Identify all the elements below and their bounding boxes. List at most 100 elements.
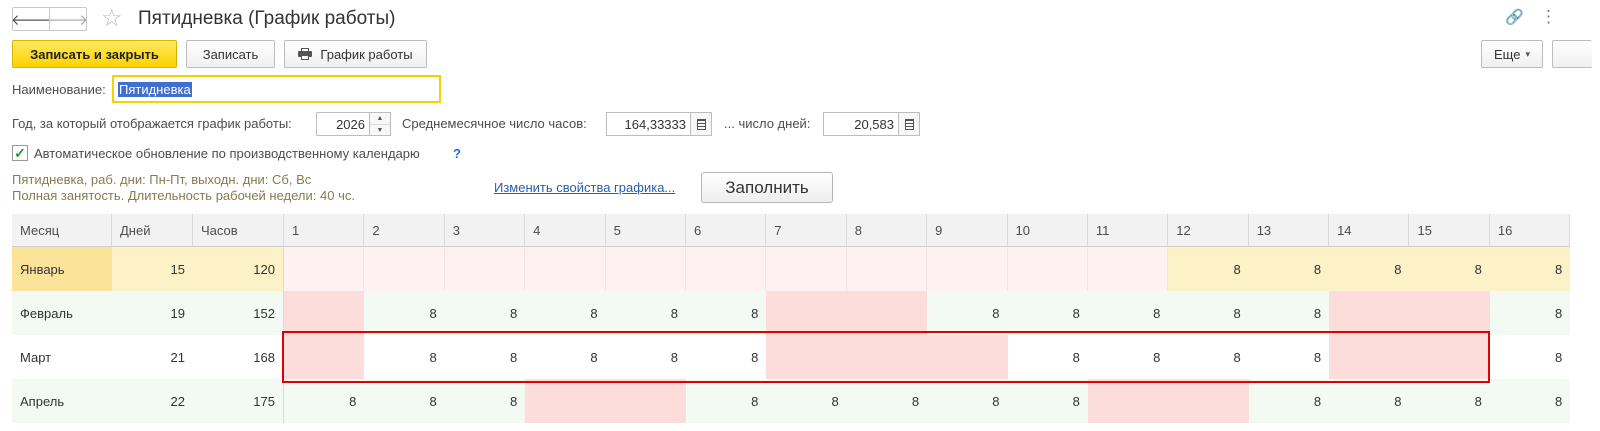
column-header[interactable]: 11 <box>1087 214 1169 247</box>
spinner-up-icon[interactable]: ▲ <box>370 113 390 125</box>
day-cell[interactable] <box>685 247 767 291</box>
hours-cell[interactable]: 175 <box>193 379 284 423</box>
back-button[interactable]: 🡐 <box>11 7 51 31</box>
day-cell[interactable]: 8 <box>1409 379 1490 423</box>
days-cell[interactable]: 15 <box>112 247 193 291</box>
day-cell[interactable]: 8 <box>1489 335 1571 379</box>
day-cell[interactable]: 8 <box>1329 379 1410 423</box>
day-cell[interactable] <box>284 291 365 335</box>
fill-button[interactable]: Заполнить <box>701 172 833 203</box>
save-and-close-button[interactable]: Записать и закрыть <box>12 40 177 68</box>
column-header[interactable]: Часов <box>193 214 284 247</box>
day-cell[interactable] <box>1087 379 1169 423</box>
month-cell[interactable]: Апрель <box>12 379 112 423</box>
hours-cell[interactable]: 152 <box>193 291 284 335</box>
column-header[interactable]: Месяц <box>12 214 112 247</box>
column-header[interactable]: Дней <box>112 214 193 247</box>
day-cell[interactable]: 8 <box>927 291 1008 335</box>
overflow-button[interactable] <box>1552 40 1592 68</box>
month-cell[interactable]: Март <box>12 335 112 379</box>
avg-hours-input[interactable]: 164,33333 <box>606 112 691 136</box>
column-header[interactable]: 15 <box>1409 214 1490 247</box>
month-cell[interactable]: Февраль <box>12 291 112 335</box>
table-row[interactable]: Январь 15 120 8 8 8 8 8 <box>12 247 1571 291</box>
day-cell[interactable]: 8 <box>1007 379 1088 423</box>
day-cell[interactable]: 8 <box>1087 291 1169 335</box>
column-header[interactable]: 14 <box>1329 214 1410 247</box>
day-cell[interactable] <box>605 379 686 423</box>
column-header[interactable]: 9 <box>927 214 1008 247</box>
day-cell[interactable]: 8 <box>1489 247 1571 291</box>
column-header[interactable]: 5 <box>605 214 686 247</box>
days-cell[interactable]: 22 <box>112 379 193 423</box>
column-header[interactable]: 12 <box>1168 214 1249 247</box>
column-header[interactable]: 4 <box>525 214 606 247</box>
day-cell[interactable]: 8 <box>284 379 365 423</box>
day-cell[interactable]: 8 <box>364 291 445 335</box>
day-cell[interactable] <box>1168 379 1249 423</box>
day-cell[interactable] <box>766 291 847 335</box>
spinner-down-icon[interactable]: ▼ <box>370 125 390 136</box>
save-button[interactable]: Записать <box>186 40 275 68</box>
column-header[interactable]: 13 <box>1248 214 1330 247</box>
day-cell[interactable]: 8 <box>1489 291 1571 335</box>
day-cell[interactable] <box>444 247 526 291</box>
day-cell[interactable]: 8 <box>1168 247 1249 291</box>
day-cell[interactable] <box>766 247 847 291</box>
day-cell[interactable]: 8 <box>444 291 526 335</box>
day-cell[interactable]: 8 <box>1409 247 1490 291</box>
day-cell[interactable] <box>284 247 365 291</box>
day-cell[interactable] <box>927 247 1008 291</box>
hours-cell[interactable]: 120 <box>193 247 284 291</box>
day-cell[interactable]: 8 <box>685 379 767 423</box>
forward-button[interactable]: 🡒 <box>48 7 88 31</box>
table-row[interactable]: Февраль 19 152 8 8 8 8 8 8 8 8 8 8 8 <box>12 291 1571 335</box>
days-input[interactable]: 20,583 <box>823 112 899 136</box>
day-cell[interactable] <box>605 247 686 291</box>
day-cell[interactable]: 8 <box>525 291 606 335</box>
day-cell[interactable]: 8 <box>1248 247 1330 291</box>
star-icon[interactable]: ☆ <box>101 4 123 33</box>
column-header[interactable]: 1 <box>284 214 365 247</box>
column-header[interactable]: 8 <box>846 214 928 247</box>
hours-cell[interactable]: 168 <box>193 335 284 379</box>
day-cell[interactable] <box>364 247 445 291</box>
kebab-menu-icon[interactable]: ⋮ <box>1540 7 1557 27</box>
day-cell[interactable]: 8 <box>685 291 767 335</box>
days-cell[interactable]: 21 <box>112 335 193 379</box>
day-cell[interactable] <box>846 291 928 335</box>
column-header[interactable]: 6 <box>685 214 767 247</box>
day-cell[interactable]: 8 <box>1007 291 1088 335</box>
day-cell[interactable] <box>1409 291 1490 335</box>
work-schedule-button[interactable]: График работы <box>284 40 427 68</box>
column-header[interactable]: 3 <box>444 214 526 247</box>
day-cell[interactable]: 8 <box>1248 291 1330 335</box>
day-cell[interactable]: 8 <box>444 379 526 423</box>
day-cell[interactable] <box>525 247 606 291</box>
auto-update-checkbox[interactable]: ✓ <box>12 145 28 161</box>
calculator-button[interactable] <box>690 112 712 136</box>
day-cell[interactable]: 8 <box>846 379 928 423</box>
calculator-button[interactable] <box>898 112 920 136</box>
name-input[interactable]: Пятидневка <box>112 75 441 103</box>
column-header[interactable]: 10 <box>1007 214 1088 247</box>
day-cell[interactable] <box>1007 247 1088 291</box>
day-cell[interactable]: 8 <box>927 379 1008 423</box>
column-header[interactable]: 2 <box>364 214 445 247</box>
change-properties-link[interactable]: Изменить свойства графика... <box>494 180 675 195</box>
link-icon[interactable]: 🔗 <box>1505 8 1524 26</box>
help-icon[interactable]: ? <box>453 146 461 161</box>
day-cell[interactable]: 8 <box>605 291 686 335</box>
column-header[interactable]: 16 <box>1489 214 1571 247</box>
more-button[interactable]: Еще ▾ <box>1481 40 1543 68</box>
day-cell[interactable]: 8 <box>1489 379 1571 423</box>
day-cell[interactable]: 8 <box>364 379 445 423</box>
year-spinner[interactable]: ▲ ▼ <box>369 112 391 136</box>
month-cell[interactable]: Январь <box>12 247 112 291</box>
day-cell[interactable]: 8 <box>1248 379 1330 423</box>
day-cell[interactable]: 8 <box>1168 291 1249 335</box>
year-input[interactable]: 2026 <box>316 112 370 136</box>
table-row[interactable]: Апрель 22 175 8 8 8 8 8 8 8 8 8 8 8 8 <box>12 379 1571 423</box>
days-cell[interactable]: 19 <box>112 291 193 335</box>
day-cell[interactable] <box>1329 291 1410 335</box>
